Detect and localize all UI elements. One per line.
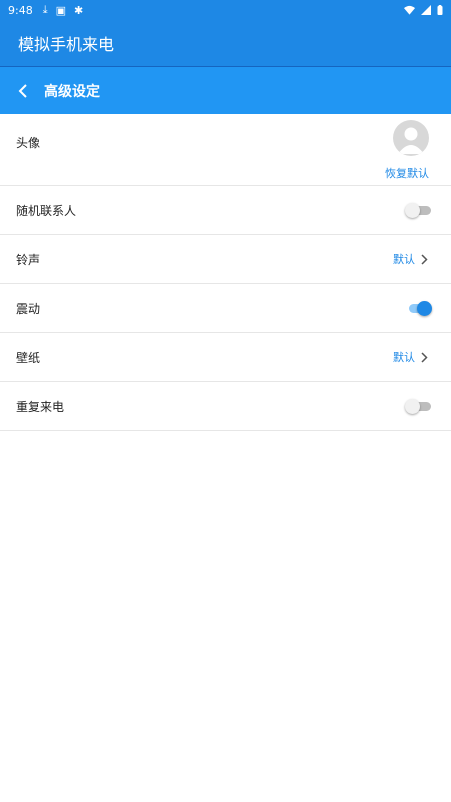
chevron-right-icon — [421, 252, 431, 266]
chevron-right-icon — [421, 350, 431, 364]
wallpaper-label: 壁纸 — [16, 350, 41, 365]
status-time: 9:48 — [8, 3, 33, 17]
signal-icon — [421, 5, 431, 15]
app-bar: 模拟手机来电 — [0, 20, 451, 66]
avatar[interactable] — [393, 120, 429, 156]
sim-icon: ▣ — [55, 3, 66, 17]
setting-vibrate[interactable]: 震动 — [0, 284, 451, 333]
ringtone-value[interactable]: 默认 — [393, 251, 415, 267]
back-arrow-icon[interactable] — [12, 80, 34, 102]
settings-list: 头像 恢复默认 随机联系人 铃声 默认 震动 壁纸 默认 重复来电 — [0, 114, 451, 431]
sub-bar: 高级设定 — [0, 67, 451, 114]
sub-bar-title: 高级设定 — [44, 83, 100, 100]
avatar-label: 头像 — [16, 136, 41, 150]
vibrate-label: 震动 — [16, 301, 41, 316]
wallpaper-value[interactable]: 默认 — [393, 349, 415, 365]
setting-wallpaper[interactable]: 壁纸 默认 — [0, 333, 451, 382]
battery-icon — [437, 5, 443, 15]
setting-random-contact[interactable]: 随机联系人 — [0, 186, 451, 235]
setting-avatar[interactable]: 头像 恢复默认 — [0, 114, 451, 186]
status-bar: 9:48 ⤓ ▣ ✱ — [0, 0, 451, 20]
ringtone-label: 铃声 — [16, 252, 41, 267]
repeat-call-label: 重复来电 — [16, 399, 65, 414]
vibrate-toggle[interactable] — [405, 301, 432, 316]
repeat-call-toggle[interactable] — [405, 399, 431, 414]
app-title: 模拟手机来电 — [18, 35, 115, 54]
person-icon — [398, 127, 424, 154]
bug-icon: ✱ — [73, 3, 84, 17]
toggle-thumb — [417, 301, 432, 316]
toggle-thumb — [405, 203, 420, 218]
setting-repeat-call[interactable]: 重复来电 — [0, 382, 451, 431]
random-contact-label: 随机联系人 — [16, 203, 77, 218]
wifi-icon — [404, 5, 415, 15]
toggle-thumb — [405, 399, 420, 414]
restore-default-link[interactable]: 恢复默认 — [385, 165, 429, 181]
random-contact-toggle[interactable] — [405, 203, 431, 218]
setting-ringtone[interactable]: 铃声 默认 — [0, 235, 451, 284]
download-icon: ⤓ — [42, 3, 48, 16]
